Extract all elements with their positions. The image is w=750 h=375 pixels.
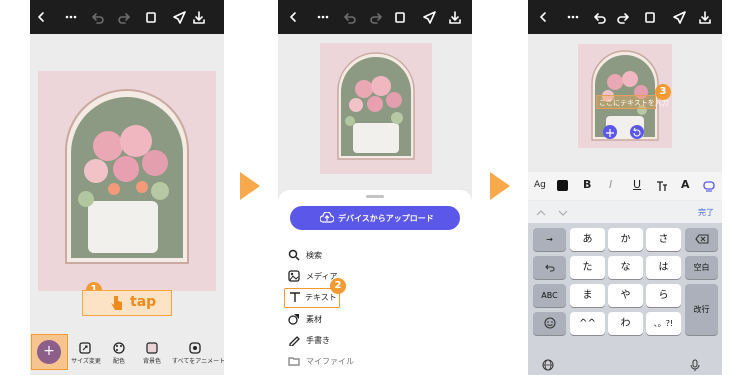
undo-icon[interactable] xyxy=(92,13,104,24)
key-ha[interactable]: は xyxy=(646,256,681,279)
key-arrow-right[interactable]: → xyxy=(533,228,566,251)
text-style-button[interactable]: A xyxy=(681,178,690,191)
toolbar-label-animate[interactable]: すべてをアニメート xyxy=(172,356,224,365)
layers-icon[interactable] xyxy=(146,12,156,23)
top-toolbar xyxy=(30,0,224,34)
more-icon[interactable] xyxy=(65,15,77,19)
plus-button[interactable]: + xyxy=(37,340,61,364)
menu-item-draw[interactable]: 手書き xyxy=(288,332,438,350)
menu-item-search[interactable]: 検索 xyxy=(288,247,438,265)
key-undo[interactable] xyxy=(533,256,566,279)
folder-icon xyxy=(288,357,300,366)
top-toolbar xyxy=(528,0,722,34)
more-icon[interactable] xyxy=(567,15,579,19)
rotate-handle-icon[interactable] xyxy=(630,125,644,139)
key-sa[interactable]: さ xyxy=(646,228,681,251)
globe-icon[interactable] xyxy=(542,359,554,371)
toolbar-label-background[interactable]: 背景色 xyxy=(138,356,166,365)
step-badge-3: 3 xyxy=(655,84,671,100)
key-return[interactable]: 改行 xyxy=(685,284,718,335)
color-button[interactable] xyxy=(557,180,568,191)
download-icon[interactable] xyxy=(193,11,205,24)
key-wa[interactable]: わ xyxy=(608,312,643,335)
sheet-handle[interactable] xyxy=(366,195,384,198)
cloud-upload-icon xyxy=(320,212,334,223)
text-size-icon[interactable] xyxy=(656,180,668,192)
key-abc[interactable]: ABC xyxy=(533,284,566,307)
key-space[interactable]: 空白 xyxy=(685,256,718,279)
step-badge-2: 2 xyxy=(330,278,346,294)
chevron-left-icon[interactable] xyxy=(38,12,44,22)
send-icon[interactable] xyxy=(173,11,186,24)
chevron-up-icon[interactable] xyxy=(536,209,546,217)
key-ma[interactable]: ま xyxy=(570,284,605,307)
hand-pointer-icon xyxy=(110,294,124,312)
underline-icon[interactable]: U xyxy=(633,178,641,191)
add-content-sheet: デバイスからアップロード 検索 メディア テキスト 2 素材 手書き マイファイ… xyxy=(278,190,472,375)
toolbar-label-resize[interactable]: サイズ変更 xyxy=(66,356,106,365)
pen-icon xyxy=(289,336,300,346)
upload-button-label: デバイスからアップロード xyxy=(338,214,434,223)
text-format-toolbar: Ag B I U A xyxy=(528,172,722,200)
menu-item-my-files[interactable]: マイファイル xyxy=(288,353,438,371)
tap-hint xyxy=(82,290,172,316)
chevron-down-icon[interactable] xyxy=(558,209,568,217)
download-icon[interactable] xyxy=(699,11,711,24)
effects-icon[interactable] xyxy=(703,180,715,192)
design-card[interactable] xyxy=(320,43,432,174)
chevron-left-icon[interactable] xyxy=(540,12,546,22)
layers-icon[interactable] xyxy=(395,12,405,23)
shapes-icon xyxy=(288,314,299,325)
undo-icon[interactable] xyxy=(594,13,606,24)
text-box-selection[interactable]: ここにテキストを入力 xyxy=(596,95,669,109)
top-toolbar xyxy=(278,0,472,34)
backspace-icon xyxy=(694,234,709,244)
key-ta[interactable]: た xyxy=(570,256,605,279)
media-icon xyxy=(288,270,300,282)
key-a[interactable]: あ xyxy=(570,228,605,251)
menu-item-shapes[interactable]: 素材 xyxy=(288,311,438,329)
tap-label: tap xyxy=(130,294,157,310)
step-arrow-2 xyxy=(490,172,510,200)
upload-button[interactable]: デバイスからアップロード xyxy=(290,206,460,230)
keyboard: → ABC あ か さ た な は ま や ら ^^ わ 、。?! 空白 改行 xyxy=(528,223,722,375)
key-delete[interactable] xyxy=(685,228,718,251)
key-ya[interactable]: や xyxy=(608,284,643,307)
font-button[interactable]: Ag xyxy=(534,180,546,190)
text-box-content: ここにテキストを入力 xyxy=(599,99,669,107)
redo-icon[interactable] xyxy=(370,13,382,24)
move-handle-icon[interactable] xyxy=(603,125,617,139)
chevron-left-icon[interactable] xyxy=(290,12,296,22)
toolbar-label-palette[interactable]: 配色 xyxy=(109,356,129,365)
text-icon xyxy=(290,292,300,302)
italic-icon[interactable]: I xyxy=(609,178,612,191)
key-ra[interactable]: ら xyxy=(646,284,681,307)
search-icon xyxy=(288,249,300,261)
more-icon[interactable] xyxy=(317,15,329,19)
phone-step-2: デバイスからアップロード 検索 メディア テキスト 2 素材 手書き マイファイ… xyxy=(278,0,472,375)
redo-icon[interactable] xyxy=(617,13,629,24)
download-icon[interactable] xyxy=(449,11,461,24)
redo-icon[interactable] xyxy=(118,13,130,24)
step-arrow-1 xyxy=(240,172,260,200)
bold-icon[interactable]: B xyxy=(583,178,591,191)
key-emoji[interactable] xyxy=(533,312,566,335)
phone-step-3: ここにテキストを入力 3 Ag B I U A 完了 → ABC あ か さ た… xyxy=(528,0,722,375)
key-na[interactable]: な xyxy=(608,256,643,279)
keyboard-accessory-bar: 完了 xyxy=(528,201,722,223)
key-ka[interactable]: か xyxy=(608,228,643,251)
layers-icon[interactable] xyxy=(645,12,655,23)
done-button[interactable]: 完了 xyxy=(698,207,714,218)
menu-item-media[interactable]: メディア xyxy=(288,268,438,286)
undo-icon xyxy=(544,264,555,272)
emoji-icon xyxy=(543,317,556,329)
microphone-icon[interactable] xyxy=(690,359,700,371)
design-card[interactable] xyxy=(38,71,216,291)
undo-icon[interactable] xyxy=(344,13,356,24)
send-icon[interactable] xyxy=(673,11,686,24)
key-punctuation[interactable]: 、。?! xyxy=(646,312,681,335)
key-kaomoji[interactable]: ^^ xyxy=(570,312,605,335)
phone-step-1: 1 tap + サイズ変更 配色 背景色 すべてをアニメート xyxy=(30,0,224,375)
send-icon[interactable] xyxy=(423,11,436,24)
